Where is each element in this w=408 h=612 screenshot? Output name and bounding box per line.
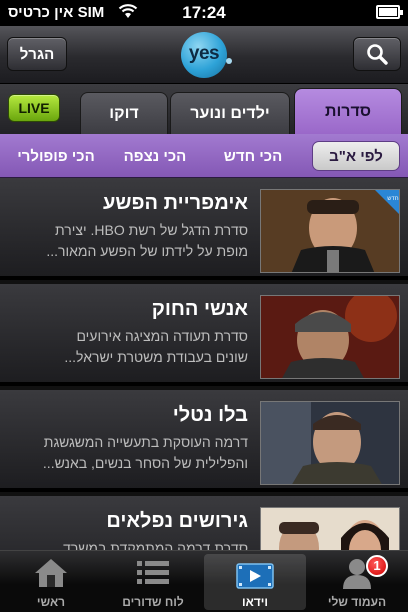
clock: 17:24 bbox=[182, 3, 226, 22]
tab-kids[interactable]: ילדים ונוער bbox=[170, 92, 290, 134]
nav-bar: הגרל yes bbox=[0, 26, 408, 84]
tab-video[interactable]: וידאו bbox=[204, 554, 306, 610]
list-icon bbox=[137, 561, 169, 584]
series-thumbnail bbox=[260, 507, 400, 550]
list-item[interactable]: גירושים נפלאים סדרת דרמה המתמקדת במשרד bbox=[0, 496, 408, 550]
sort-most-viewed[interactable]: הכי נצפה bbox=[112, 141, 198, 171]
tab-schedule[interactable]: לוח שדורים bbox=[102, 551, 204, 612]
video-icon bbox=[236, 563, 274, 589]
series-thumbnail bbox=[260, 295, 400, 379]
logo-text: yes bbox=[188, 43, 220, 64]
sort-alphabetical[interactable]: לפי א"ב bbox=[312, 141, 400, 171]
tab-label: לוח שדורים bbox=[122, 595, 184, 609]
status-bar: אין כרטיס SIM 17:24 bbox=[0, 0, 408, 26]
series-description: סדרת דרמה המתמקדת במשרד bbox=[63, 540, 248, 550]
tab-home[interactable]: ראשי bbox=[0, 551, 102, 612]
tab-docu[interactable]: דוקו bbox=[80, 92, 168, 134]
series-thumbnail: חדש bbox=[260, 189, 400, 273]
battery-icon bbox=[376, 5, 403, 19]
logo-dot bbox=[226, 58, 232, 64]
series-description: דרמה העוסקת בתעשייה המשגשגת והפלילית של … bbox=[42, 434, 248, 471]
list-item[interactable]: חדש אימפריית הפשע סדרת הדגל של רשת HBO. … bbox=[0, 178, 408, 280]
sort-label: הכי פופולרי bbox=[17, 147, 95, 165]
search-button[interactable] bbox=[353, 37, 401, 71]
live-label: LIVE bbox=[18, 100, 50, 116]
list-item[interactable]: אנשי החוק סדרת תעודה המציגה אירועים שוני… bbox=[0, 284, 408, 386]
series-list: חדש אימפריית הפשע סדרת הדגל של רשת HBO. … bbox=[0, 178, 408, 550]
svg-text:חדש: חדש bbox=[387, 195, 399, 202]
search-icon bbox=[367, 44, 388, 65]
live-button[interactable]: LIVE bbox=[8, 94, 60, 122]
tab-label: ילדים ונוער bbox=[190, 104, 270, 122]
sort-label: לפי א"ב bbox=[329, 147, 383, 165]
series-title: בלו נטלי bbox=[172, 404, 248, 426]
bottom-tab-bar: ראשי לוח שדורים וידאו 1 העמוד שלי bbox=[0, 550, 408, 612]
series-title: אימפריית הפשע bbox=[103, 192, 248, 214]
tab-label: דוקו bbox=[109, 104, 139, 122]
tab-label: העמוד שלי bbox=[327, 595, 387, 609]
sort-newest[interactable]: הכי חדש bbox=[210, 141, 296, 171]
category-tabs: LIVE דוקו ילדים ונוער סדרות bbox=[0, 84, 408, 134]
series-description: סדרת תעודה המציגה אירועים שונים בעבודת מ… bbox=[64, 328, 248, 365]
home-icon bbox=[35, 559, 67, 587]
notification-badge: 1 bbox=[366, 555, 388, 577]
series-thumbnail bbox=[260, 401, 400, 485]
sort-popular[interactable]: הכי פופולרי bbox=[8, 141, 104, 171]
yes-logo: yes bbox=[181, 32, 227, 78]
new-badge: חדש bbox=[375, 190, 399, 214]
list-item[interactable]: בלו נטלי דרמה העוסקת בתעשייה המשגשגת והפ… bbox=[0, 390, 408, 492]
series-title: אנשי החוק bbox=[151, 298, 248, 320]
series-description: סדרת הדגל של רשת HBO. יצירת מופת על לידת… bbox=[46, 222, 248, 259]
tab-label: ראשי bbox=[36, 595, 66, 609]
tab-my-page[interactable]: 1 העמוד שלי bbox=[306, 551, 408, 612]
sort-label: הכי נצפה bbox=[123, 147, 187, 165]
tab-label: סדרות bbox=[324, 102, 371, 120]
series-title: גירושים נפלאים bbox=[106, 510, 248, 532]
sort-label: הכי חדש bbox=[223, 147, 283, 165]
sort-bar: הכי פופולרי הכי נצפה הכי חדש לפי א"ב bbox=[0, 134, 408, 178]
roll-button-label: הגרל bbox=[19, 45, 55, 63]
tab-series[interactable]: סדרות bbox=[294, 88, 402, 134]
tab-label: וידאו bbox=[241, 595, 269, 609]
roll-button[interactable]: הגרל bbox=[7, 37, 67, 71]
